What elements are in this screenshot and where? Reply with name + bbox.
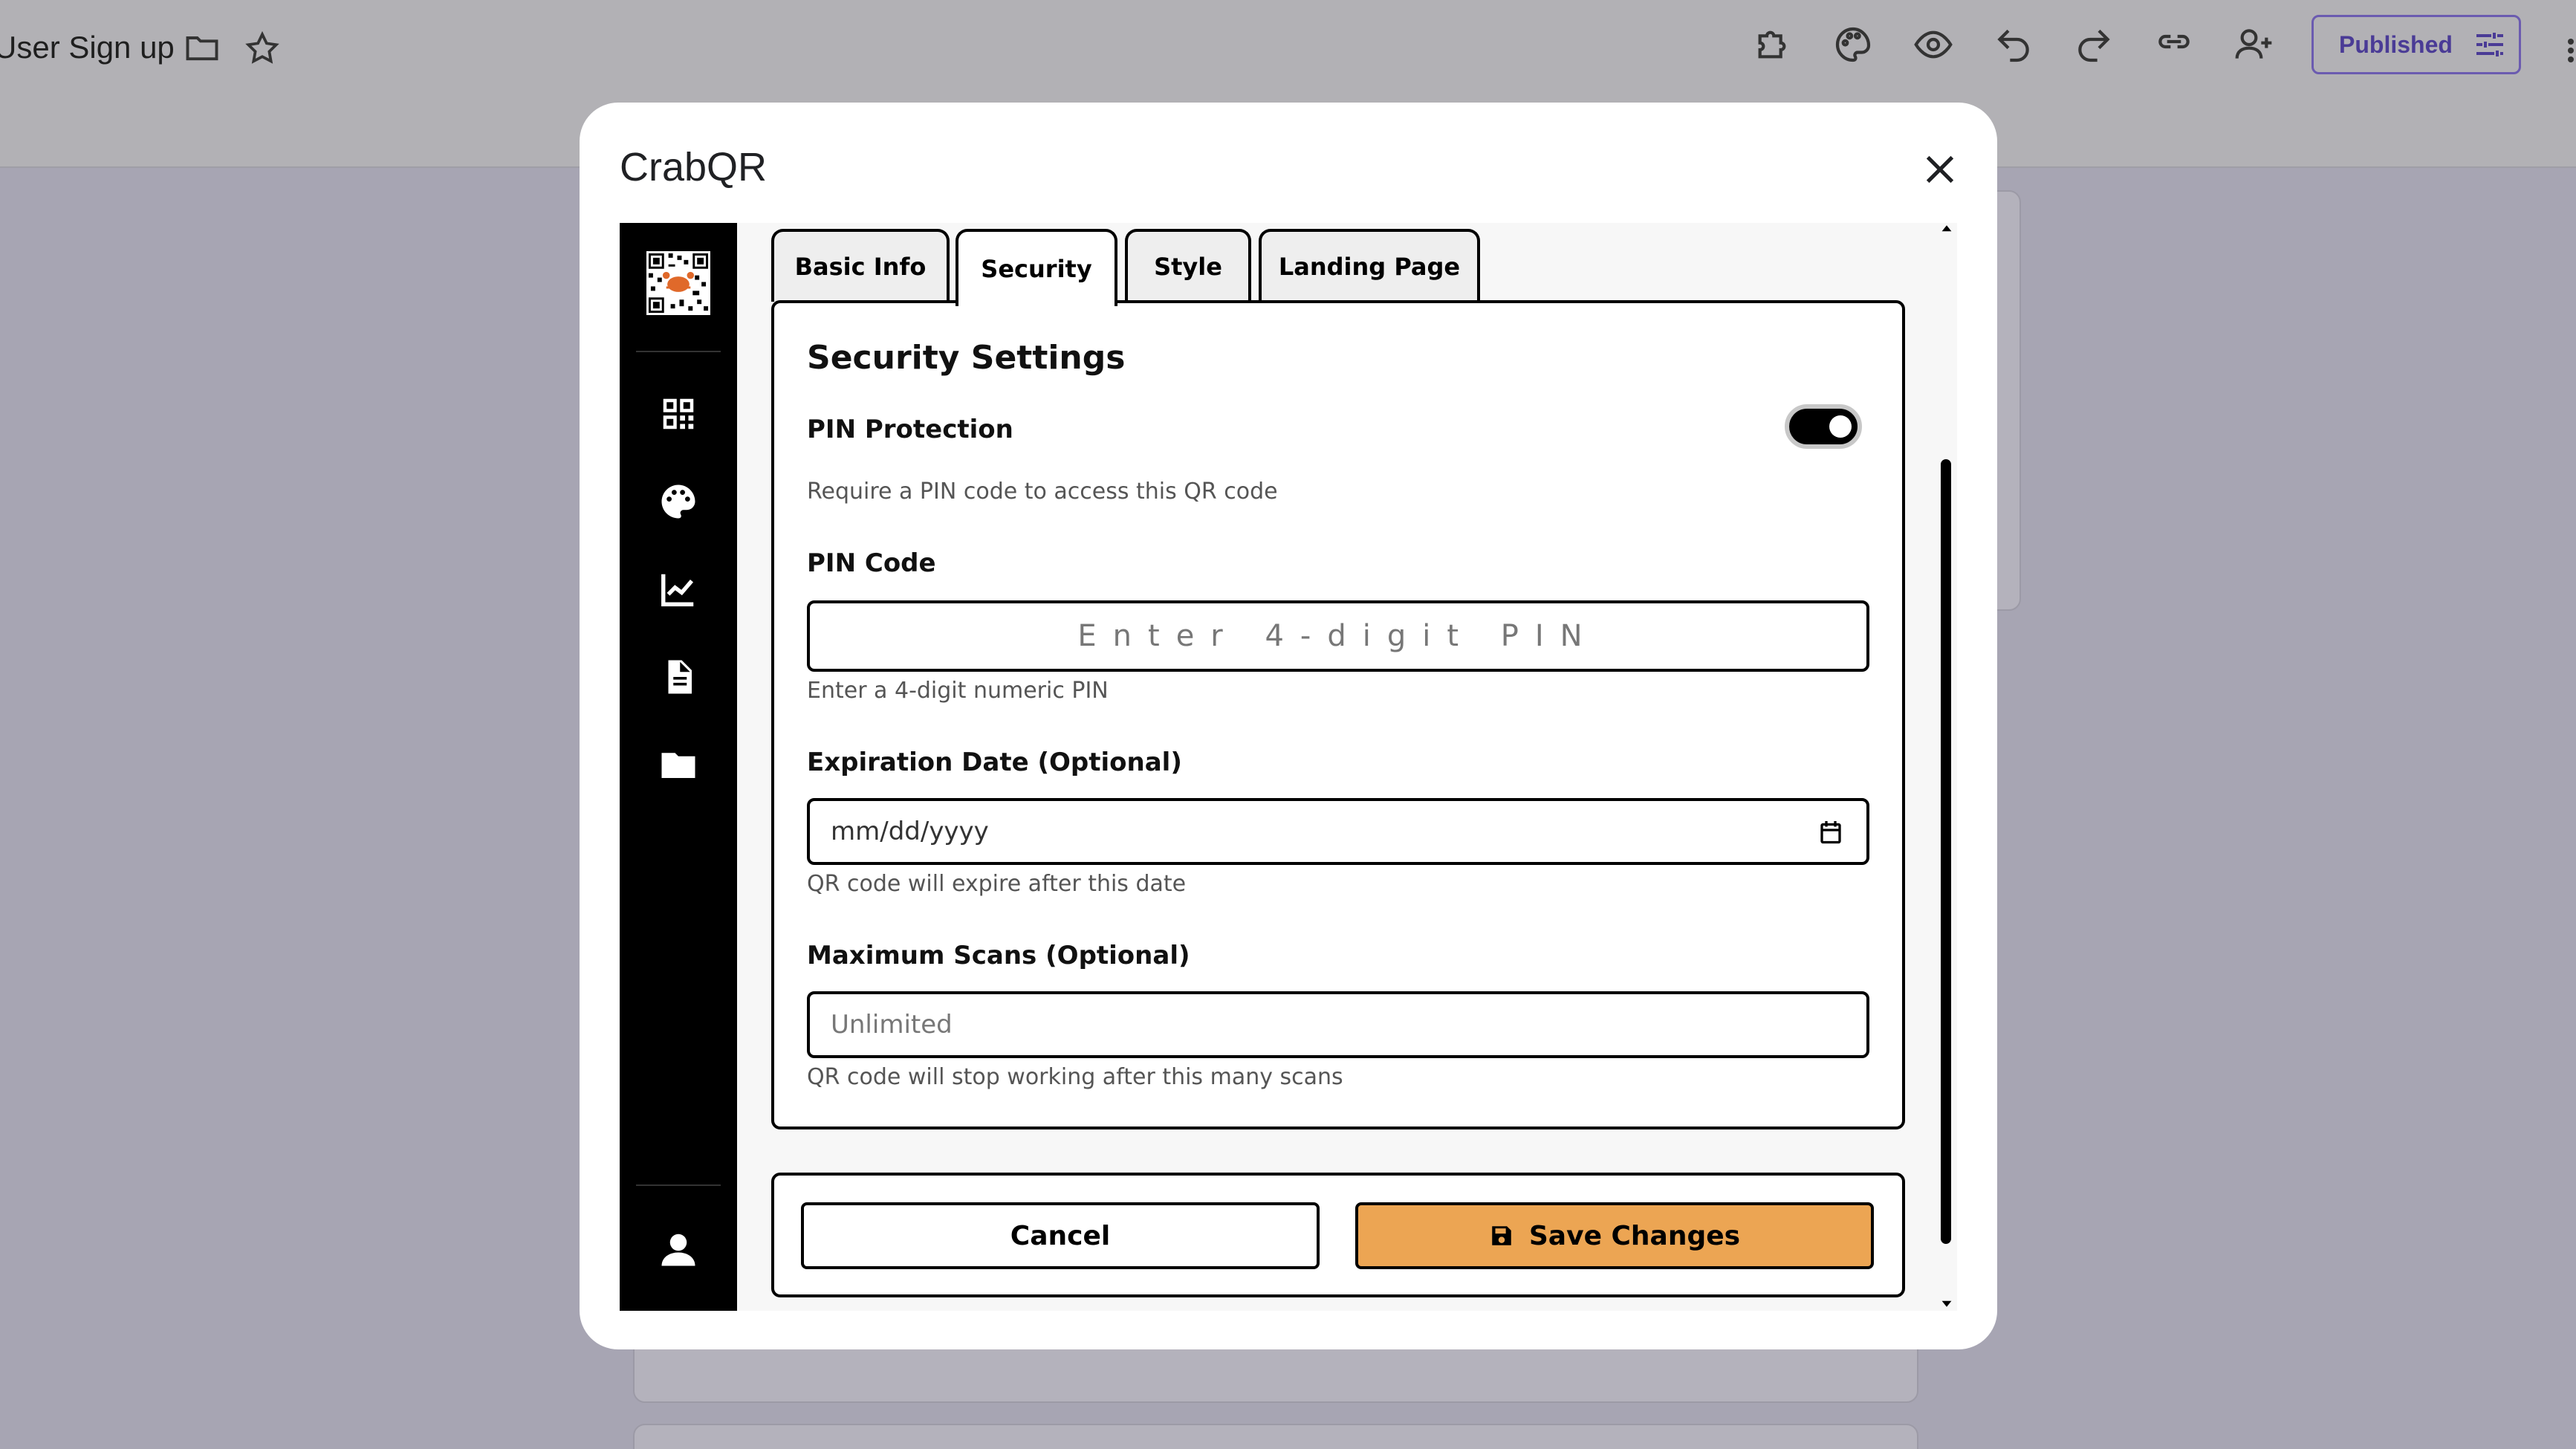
document-icon[interactable] [658,657,698,697]
sidebar-divider [636,351,721,352]
scrollbar-thumb[interactable] [1941,459,1951,1244]
redo-icon[interactable] [2073,24,2115,65]
user-icon[interactable] [658,1229,698,1269]
toggle-knob [1829,415,1852,438]
max-scans-label: Maximum Scans (Optional) [807,941,1190,970]
action-bar: Cancel Save Changes [771,1173,1905,1297]
close-icon[interactable] [1919,149,1961,190]
sidebar-divider [636,1184,721,1186]
cancel-label: Cancel [1010,1220,1111,1251]
expiration-date-label: Expiration Date (Optional) [807,748,1182,777]
link-icon[interactable] [2153,21,2195,62]
max-scans-help: QR code will stop working after this man… [807,1064,1343,1090]
save-icon [1492,1226,1511,1245]
preview-icon[interactable] [1912,24,1954,65]
save-label: Save Changes [1528,1220,1741,1251]
crabqr-app-frame: Basic Info Security Style Landing Page S… [620,223,1957,1311]
max-scans-input[interactable] [807,991,1869,1058]
folder-icon[interactable] [658,745,698,785]
security-panel: Security Settings PIN Protection Require… [771,300,1905,1129]
date-placeholder: mm/dd/yyyy [831,817,989,846]
pin-code-input[interactable] [807,600,1869,672]
analytics-icon[interactable] [658,569,698,609]
tune-icon [2476,33,2503,56]
pin-protection-label: PIN Protection [807,415,1013,444]
scroll-down-arrow-icon[interactable] [1941,1297,1953,1309]
palette-icon[interactable] [658,482,698,522]
scroll-up-arrow-icon[interactable] [1941,223,1953,235]
published-label: Published [2339,30,2453,58]
addon-icon[interactable] [1751,24,1793,65]
calendar-icon[interactable] [1817,819,1844,846]
sidebar [620,223,737,1311]
background-card [633,1424,1918,1449]
save-changes-button[interactable]: Save Changes [1355,1202,1874,1269]
qr-code-icon[interactable] [658,394,698,434]
add-collaborator-icon[interactable] [2233,24,2275,65]
expiration-date-input[interactable]: mm/dd/yyyy [807,798,1869,865]
star-icon[interactable] [244,30,281,67]
undo-icon[interactable] [1993,24,2034,65]
folder-icon[interactable] [183,28,221,67]
tab-style[interactable]: Style [1125,229,1251,302]
palette-icon[interactable] [1832,24,1874,65]
pin-protection-help: Require a PIN code to access this QR cod… [807,479,1278,505]
pin-code-help: Enter a 4-digit numeric PIN [807,678,1109,704]
tab-basic-info[interactable]: Basic Info [771,229,950,302]
tab-landing-page[interactable]: Landing Page [1259,229,1480,302]
crabqr-logo-icon[interactable] [646,251,710,315]
more-icon[interactable] [2563,30,2576,71]
published-button[interactable]: Published [2311,15,2521,74]
pin-code-label: PIN Code [807,548,936,578]
document-title[interactable]: User Sign up [0,30,175,65]
tab-security[interactable]: Security [956,229,1117,306]
modal-title: CrabQR [620,145,768,189]
pin-protection-toggle[interactable] [1785,404,1862,449]
expiration-date-help: QR code will expire after this date [807,871,1187,897]
panel-heading: Security Settings [807,339,1126,377]
crabqr-modal: CrabQR Basic Info Security Style Landing… [580,103,1997,1349]
cancel-button[interactable]: Cancel [801,1202,1320,1269]
